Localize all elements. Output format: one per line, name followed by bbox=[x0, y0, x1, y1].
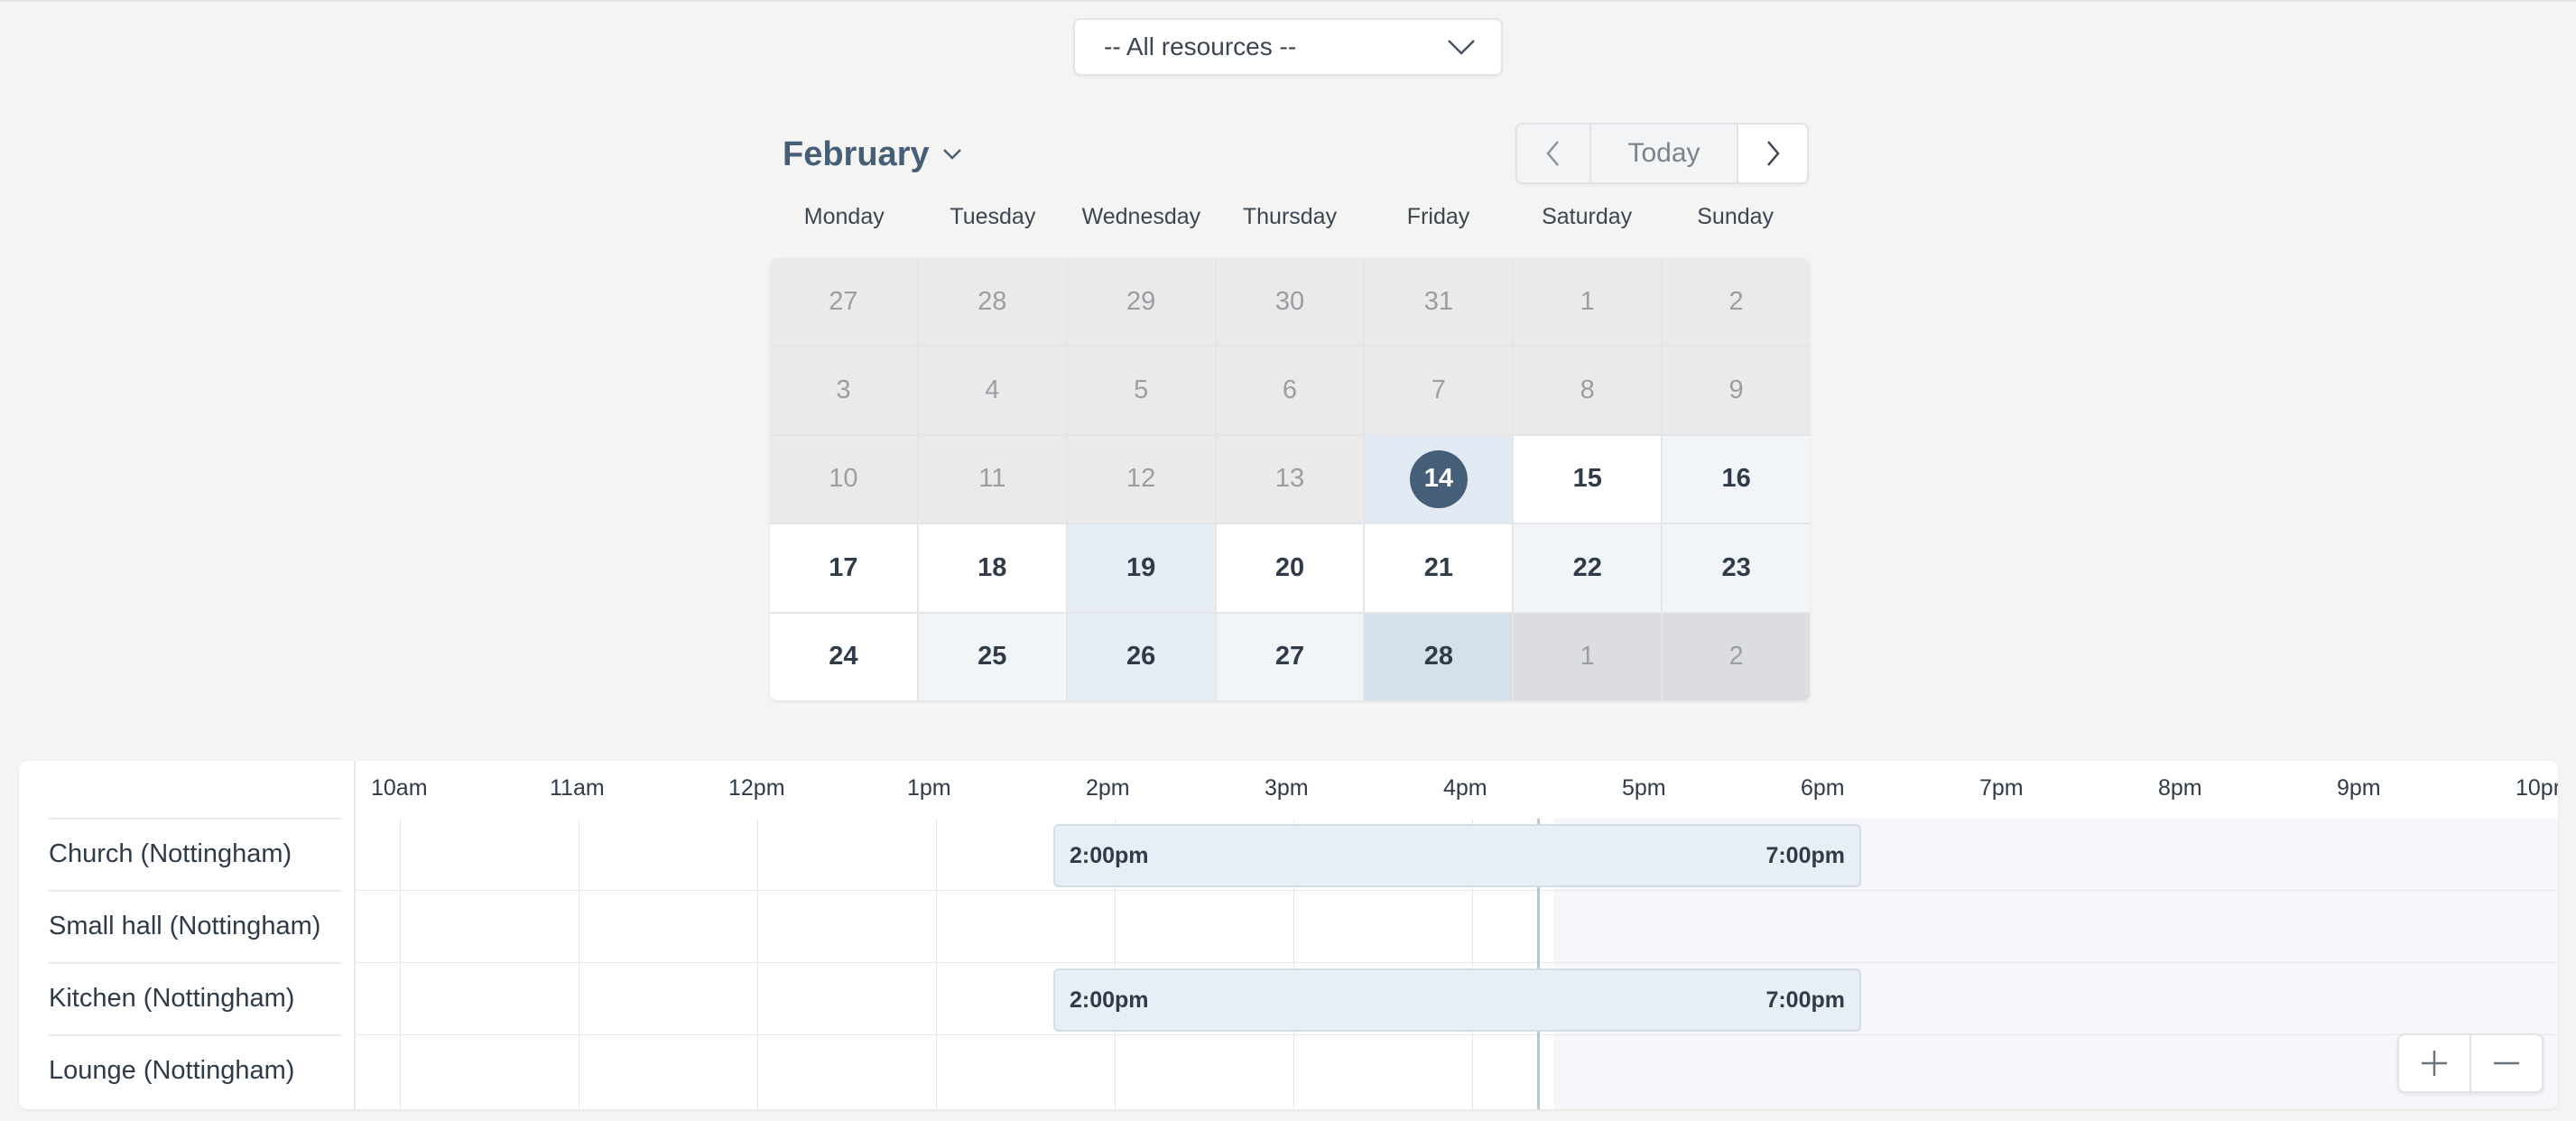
row-divider bbox=[48, 962, 341, 964]
booking-start-time: 2:00pm bbox=[1070, 987, 1149, 1013]
calendar-day[interactable]: 20 bbox=[1216, 524, 1364, 612]
calendar-day[interactable]: 19 bbox=[1067, 524, 1215, 612]
plus-icon bbox=[2422, 1051, 2447, 1076]
month-navigation: Today bbox=[1515, 123, 1809, 184]
calendar-day[interactable]: 17 bbox=[770, 524, 917, 612]
weekday-label: Thursday bbox=[1242, 204, 1338, 229]
calendar-day[interactable]: 26 bbox=[1067, 613, 1215, 700]
weekday-label: Wednesday bbox=[1081, 204, 1201, 229]
calendar-day: 7 bbox=[1365, 347, 1513, 434]
resource-label-lounge: Lounge (Nottingham) bbox=[49, 1056, 295, 1085]
minus-icon bbox=[2494, 1061, 2519, 1065]
chevron-left-icon bbox=[1546, 141, 1559, 166]
next-month-button[interactable] bbox=[1737, 125, 1807, 182]
hour-label: 6pm bbox=[1801, 775, 1845, 801]
calendar-day: 29 bbox=[1067, 258, 1215, 346]
hour-label: 1pm bbox=[907, 775, 951, 801]
month-calendar-grid: 27 28 29 30 31 1 2 3 4 5 6 7 8 9 10 11 12 13 14 15 16 17 18 19 2… bbox=[770, 258, 1810, 700]
weekday-label: Friday bbox=[1406, 204, 1470, 229]
row-divider bbox=[48, 818, 341, 820]
calendar-day[interactable]: 23 bbox=[1663, 524, 1810, 612]
grid-row-line bbox=[356, 1034, 2558, 1035]
hour-label: 7pm bbox=[1979, 775, 2024, 801]
calendar-day[interactable]: 28 bbox=[1365, 613, 1513, 700]
calendar-day[interactable]: 15 bbox=[1514, 435, 1662, 523]
calendar-day[interactable]: 24 bbox=[770, 613, 917, 700]
calendar-day: 5 bbox=[1067, 347, 1215, 434]
row-divider bbox=[48, 1034, 341, 1036]
hour-label: 5pm bbox=[1622, 775, 1666, 801]
hour-label: 3pm bbox=[1265, 775, 1309, 801]
grid-row-line bbox=[356, 890, 2558, 891]
today-marker: 14 bbox=[1409, 449, 1468, 508]
booking-church[interactable]: 2:00pm 7:00pm bbox=[1053, 824, 1861, 887]
grid-row-line bbox=[356, 962, 2558, 963]
zoom-controls bbox=[2397, 1033, 2544, 1093]
month-selector[interactable]: February bbox=[783, 132, 962, 177]
calendar-day: 6 bbox=[1216, 347, 1364, 434]
calendar-day: 10 bbox=[770, 435, 917, 523]
calendar-day: 9 bbox=[1663, 347, 1810, 434]
chevron-down-icon bbox=[942, 149, 961, 160]
calendar-day: 30 bbox=[1216, 258, 1364, 346]
resource-label-kitchen: Kitchen (Nottingham) bbox=[49, 984, 295, 1013]
booking-end-time: 7:00pm bbox=[1765, 842, 1845, 868]
calendar-day: 31 bbox=[1365, 258, 1513, 346]
weekday-label: Tuesday bbox=[950, 204, 1036, 229]
weekday-header: Monday Tuesday Wednesday Thursday Friday… bbox=[770, 204, 1810, 230]
calendar-day: 27 bbox=[770, 258, 917, 346]
zoom-out-button[interactable] bbox=[2471, 1035, 2542, 1091]
hour-label: 10am bbox=[371, 775, 428, 801]
calendar-day[interactable]: 21 bbox=[1365, 524, 1513, 612]
hour-label: 12pm bbox=[728, 775, 785, 801]
calendar-day[interactable]: 27 bbox=[1216, 613, 1364, 700]
hour-gridline bbox=[936, 819, 937, 1109]
calendar-day: 2 bbox=[1663, 258, 1810, 346]
hour-label: 11am bbox=[550, 775, 605, 801]
calendar-day: 3 bbox=[770, 347, 917, 434]
previous-month-button[interactable] bbox=[1517, 125, 1591, 182]
resource-timeline: Church (Nottingham) Small hall (Nottingh… bbox=[19, 761, 2558, 1109]
calendar-day[interactable]: 18 bbox=[918, 524, 1066, 612]
calendar-day: 12 bbox=[1067, 435, 1215, 523]
resource-select[interactable]: -- All resources -- bbox=[1073, 18, 1503, 76]
calendar-day: 13 bbox=[1216, 435, 1364, 523]
hour-gridline bbox=[757, 819, 758, 1109]
weekday-label: Sunday bbox=[1697, 204, 1774, 229]
calendar-day[interactable]: 16 bbox=[1663, 435, 1810, 523]
calendar-day[interactable]: 22 bbox=[1514, 524, 1662, 612]
booking-kitchen[interactable]: 2:00pm 7:00pm bbox=[1053, 968, 1861, 1032]
hour-label: 8pm bbox=[2158, 775, 2202, 801]
calendar-day: 11 bbox=[918, 435, 1066, 523]
calendar-day: 1 bbox=[1514, 613, 1662, 700]
hour-gridline bbox=[400, 819, 401, 1109]
calendar-day: 8 bbox=[1514, 347, 1662, 434]
hour-label: 4pm bbox=[1443, 775, 1487, 801]
weekday-label: Saturday bbox=[1542, 204, 1633, 229]
booking-start-time: 2:00pm bbox=[1070, 842, 1149, 868]
calendar-day: 1 bbox=[1514, 258, 1662, 346]
today-button[interactable]: Today bbox=[1591, 125, 1737, 182]
resource-select-value: -- All resources -- bbox=[1104, 32, 1297, 60]
resource-label-small-hall: Small hall (Nottingham) bbox=[49, 912, 321, 940]
hour-label: 2pm bbox=[1086, 775, 1130, 801]
calendar-day: 4 bbox=[918, 347, 1066, 434]
booking-end-time: 7:00pm bbox=[1765, 987, 1845, 1013]
hour-label: 9pm bbox=[2337, 775, 2381, 801]
top-divider bbox=[0, 0, 2576, 2]
hour-label: 10pm bbox=[2516, 775, 2558, 801]
calendar-day: 2 bbox=[1663, 613, 1810, 700]
resource-label-church: Church (Nottingham) bbox=[49, 839, 292, 868]
row-divider bbox=[48, 890, 341, 892]
timeline-grid: 2:00pm 7:00pm 2:00pm 7:00pm 10am 11am 12pm… bbox=[356, 761, 2558, 1109]
calendar-day[interactable]: 14 bbox=[1365, 435, 1513, 523]
chevron-down-icon bbox=[1448, 40, 1475, 55]
resource-list: Church (Nottingham) Small hall (Nottingh… bbox=[19, 761, 356, 1109]
calendar-day[interactable]: 25 bbox=[918, 613, 1066, 700]
weekday-label: Monday bbox=[803, 204, 885, 229]
zoom-in-button[interactable] bbox=[2399, 1035, 2471, 1091]
month-title: February bbox=[783, 134, 930, 173]
chevron-right-icon bbox=[1767, 141, 1780, 166]
calendar-day: 28 bbox=[918, 258, 1066, 346]
